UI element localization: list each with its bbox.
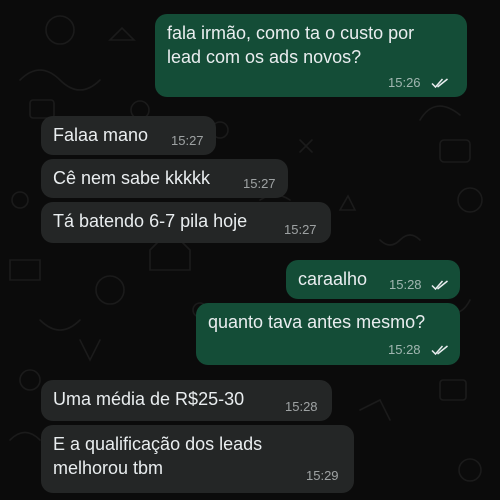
message-text: fala irmão, como ta o custo por lead com… — [167, 23, 415, 67]
message-time: 15:27 — [243, 176, 276, 191]
read-double-check-icon — [431, 345, 448, 356]
read-double-check-icon — [431, 78, 448, 89]
message-bubble-incoming[interactable]: Falaa mano 15:27 — [41, 116, 216, 155]
message-bubble-outgoing[interactable]: caraalho 15:28 — [286, 260, 460, 299]
message-time: 15:28 — [388, 342, 421, 357]
message-time: 15:28 — [285, 399, 318, 414]
message-text: E a qualificação dos leads melhorou tbm — [53, 434, 263, 478]
message-bubble-incoming[interactable]: E a qualificação dos leads melhorou tbm … — [41, 425, 354, 493]
message-time: 15:29 — [306, 468, 339, 483]
message-text: Uma média de R$25-30 — [53, 389, 245, 409]
message-time: 15:28 — [389, 277, 422, 292]
message-bubble-incoming[interactable]: Uma média de R$25-30 15:28 — [41, 380, 332, 421]
message-bubble-outgoing[interactable]: quanto tava antes mesmo? 15:28 — [196, 303, 460, 365]
message-bubble-incoming[interactable]: Cê nem sabe kkkkk 15:27 — [41, 159, 288, 198]
message-time: 15:26 — [388, 75, 421, 90]
message-bubble-incoming[interactable]: Tá batendo 6-7 pila hoje 15:27 — [41, 202, 331, 243]
message-text: caraalho — [298, 269, 368, 289]
message-text: Cê nem sabe kkkkk — [53, 168, 211, 188]
message-bubble-outgoing[interactable]: fala irmão, como ta o custo por lead com… — [155, 14, 467, 97]
message-text: Falaa mano — [53, 125, 149, 145]
message-time: 15:27 — [171, 133, 204, 148]
message-text: quanto tava antes mesmo? — [208, 312, 426, 332]
message-time: 15:27 — [284, 222, 317, 237]
read-double-check-icon — [431, 280, 448, 291]
message-text: Tá batendo 6-7 pila hoje — [53, 211, 248, 231]
